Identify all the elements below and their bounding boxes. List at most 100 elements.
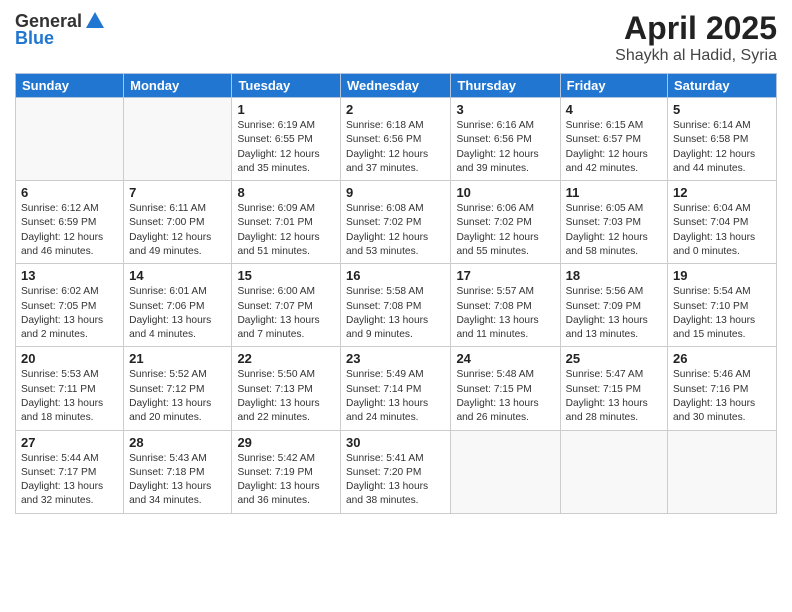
daylight-hours: Daylight: 12 hours and 35 minutes.: [237, 149, 319, 174]
calendar-cell: 19Sunrise: 5:54 AMSunset: 7:10 PMDayligh…: [668, 264, 777, 347]
day-number: 1: [237, 102, 335, 117]
daylight-hours: Daylight: 13 hours and 32 minutes.: [21, 481, 103, 506]
calendar-cell: 5Sunrise: 6:14 AMSunset: 6:58 PMDaylight…: [668, 98, 777, 181]
logo: General Blue: [15, 10, 106, 49]
sunset-info: Sunset: 7:08 PM: [456, 301, 531, 312]
calendar-cell: 11Sunrise: 6:05 AMSunset: 7:03 PMDayligh…: [560, 181, 667, 264]
calendar-table: SundayMondayTuesdayWednesdayThursdayFrid…: [15, 73, 777, 514]
sunrise-info: Sunrise: 6:04 AM: [673, 203, 751, 214]
daylight-hours: Daylight: 12 hours and 49 minutes.: [129, 232, 211, 257]
day-info: Sunrise: 5:43 AMSunset: 7:18 PMDaylight:…: [129, 452, 226, 509]
sunset-info: Sunset: 7:04 PM: [673, 217, 748, 228]
day-number: 11: [566, 185, 662, 200]
sunrise-info: Sunrise: 5:52 AM: [129, 369, 207, 380]
sunrise-info: Sunrise: 5:46 AM: [673, 369, 751, 380]
day-number: 9: [346, 185, 445, 200]
daylight-hours: Daylight: 12 hours and 55 minutes.: [456, 232, 538, 257]
col-header-sunday: Sunday: [16, 74, 124, 98]
daylight-hours: Daylight: 13 hours and 20 minutes.: [129, 398, 211, 423]
sunrise-info: Sunrise: 5:58 AM: [346, 286, 424, 297]
sunset-info: Sunset: 6:56 PM: [456, 134, 531, 145]
day-number: 24: [456, 351, 554, 366]
day-info: Sunrise: 6:00 AMSunset: 7:07 PMDaylight:…: [237, 285, 335, 342]
calendar-cell: 12 Sunrise: 6:04 AM Sunset: 7:04 PM Dayligh…: [668, 181, 777, 264]
day-info: Sunrise: 5:46 AMSunset: 7:16 PMDaylight:…: [673, 368, 771, 425]
day-info: Sunrise: 6:19 AMSunset: 6:55 PMDaylight:…: [237, 119, 335, 176]
sunset-info: Sunset: 7:16 PM: [673, 384, 748, 395]
sunrise-info: Sunrise: 5:56 AM: [566, 286, 644, 297]
sunset-info: Sunset: 7:09 PM: [566, 301, 641, 312]
page-container: General Blue April 2025 Shaykh al Hadid,…: [0, 0, 792, 612]
calendar-cell: [668, 430, 777, 513]
day-info: Sunrise: 5:48 AMSunset: 7:15 PMDaylight:…: [456, 368, 554, 425]
sunset-info: Sunset: 7:10 PM: [673, 301, 748, 312]
sunrise-info: Sunrise: 5:47 AM: [566, 369, 644, 380]
col-header-wednesday: Wednesday: [341, 74, 451, 98]
daylight-hours: Daylight: 13 hours and 0 minutes.: [673, 232, 755, 257]
daylight-hours: Daylight: 12 hours and 51 minutes.: [237, 232, 319, 257]
sunset-info: Sunset: 7:11 PM: [21, 384, 96, 395]
sunset-info: Sunset: 7:02 PM: [346, 217, 421, 228]
sunrise-info: Sunrise: 6:19 AM: [237, 120, 315, 131]
calendar-cell: 20Sunrise: 5:53 AMSunset: 7:11 PMDayligh…: [16, 347, 124, 430]
daylight-hours: Daylight: 13 hours and 38 minutes.: [346, 481, 428, 506]
sunset-info: Sunset: 7:06 PM: [129, 301, 204, 312]
day-number: 19: [673, 268, 771, 283]
day-number: 7: [129, 185, 226, 200]
calendar-cell: 22Sunrise: 5:50 AMSunset: 7:13 PMDayligh…: [232, 347, 341, 430]
day-number: 30: [346, 435, 445, 450]
sunrise-info: Sunrise: 5:53 AM: [21, 369, 99, 380]
daylight-hours: Daylight: 13 hours and 9 minutes.: [346, 315, 428, 340]
daylight-hours: Daylight: 13 hours and 13 minutes.: [566, 315, 648, 340]
daylight-hours: Daylight: 13 hours and 2 minutes.: [21, 315, 103, 340]
calendar-cell: 1 Sunrise: 6:19 AMSunset: 6:55 PMDaylight…: [232, 98, 341, 181]
logo-text: General Blue: [15, 10, 106, 49]
calendar-header-row: SundayMondayTuesdayWednesdayThursdayFrid…: [16, 74, 777, 98]
calendar-cell: 23Sunrise: 5:49 AMSunset: 7:14 PMDayligh…: [341, 347, 451, 430]
sunset-info: Sunset: 7:07 PM: [237, 301, 312, 312]
calendar-cell: [560, 430, 667, 513]
day-info: Sunrise: 5:58 AMSunset: 7:08 PMDaylight:…: [346, 285, 445, 342]
day-number: 20: [21, 351, 118, 366]
day-info: Sunrise: 6:09 AMSunset: 7:01 PMDaylight:…: [237, 202, 335, 259]
col-header-thursday: Thursday: [451, 74, 560, 98]
daylight-hours: Daylight: 13 hours and 36 minutes.: [237, 481, 319, 506]
day-info: Sunrise: 6:15 AMSunset: 6:57 PMDaylight:…: [566, 119, 662, 176]
day-info: Sunrise: 5:57 AMSunset: 7:08 PMDaylight:…: [456, 285, 554, 342]
daylight-hours: Daylight: 12 hours and 37 minutes.: [346, 149, 428, 174]
day-info: Sunrise: 6:04 AM Sunset: 7:04 PM Daylight:…: [673, 202, 771, 259]
sunset-info: Sunset: 7:02 PM: [456, 217, 531, 228]
day-number: 2: [346, 102, 445, 117]
sunset-info: Sunset: 7:03 PM: [566, 217, 641, 228]
calendar-week-row: 1 Sunrise: 6:19 AMSunset: 6:55 PMDaylight…: [16, 98, 777, 181]
col-header-saturday: Saturday: [668, 74, 777, 98]
calendar-cell: 14Sunrise: 6:01 AMSunset: 7:06 PMDayligh…: [124, 264, 232, 347]
day-number: 5: [673, 102, 771, 117]
sunrise-info: Sunrise: 6:11 AM: [129, 203, 206, 214]
sunrise-info: Sunrise: 6:16 AM: [456, 120, 534, 131]
day-info: Sunrise: 5:50 AMSunset: 7:13 PMDaylight:…: [237, 368, 335, 425]
calendar-cell: 6Sunrise: 6:12 AMSunset: 6:59 PMDaylight…: [16, 181, 124, 264]
calendar-cell: 27Sunrise: 5:44 AMSunset: 7:17 PMDayligh…: [16, 430, 124, 513]
daylight-hours: Daylight: 13 hours and 7 minutes.: [237, 315, 319, 340]
calendar-cell: 2Sunrise: 6:18 AMSunset: 6:56 PMDaylight…: [341, 98, 451, 181]
day-number: 12: [673, 185, 771, 200]
day-info: Sunrise: 5:44 AMSunset: 7:17 PMDaylight:…: [21, 452, 118, 509]
calendar-cell: 13Sunrise: 6:02 AMSunset: 7:05 PMDayligh…: [16, 264, 124, 347]
calendar-cell: [16, 98, 124, 181]
day-info: Sunrise: 5:53 AMSunset: 7:11 PMDaylight:…: [21, 368, 118, 425]
day-info: Sunrise: 6:06 AMSunset: 7:02 PMDaylight:…: [456, 202, 554, 259]
calendar-cell: 17Sunrise: 5:57 AMSunset: 7:08 PMDayligh…: [451, 264, 560, 347]
calendar-cell: 16Sunrise: 5:58 AMSunset: 7:08 PMDayligh…: [341, 264, 451, 347]
day-number: 21: [129, 351, 226, 366]
sunrise-info: Sunrise: 6:12 AM: [21, 203, 99, 214]
calendar-cell: 18Sunrise: 5:56 AMSunset: 7:09 PMDayligh…: [560, 264, 667, 347]
calendar-cell: 25Sunrise: 5:47 AMSunset: 7:15 PMDayligh…: [560, 347, 667, 430]
day-number: 6: [21, 185, 118, 200]
sunset-info: Sunset: 7:13 PM: [237, 384, 312, 395]
daylight-hours: Daylight: 13 hours and 34 minutes.: [129, 481, 211, 506]
day-info: Sunrise: 6:01 AMSunset: 7:06 PMDaylight:…: [129, 285, 226, 342]
header: General Blue April 2025 Shaykh al Hadid,…: [15, 10, 777, 65]
day-number: 23: [346, 351, 445, 366]
sunset-info: Sunset: 6:57 PM: [566, 134, 641, 145]
